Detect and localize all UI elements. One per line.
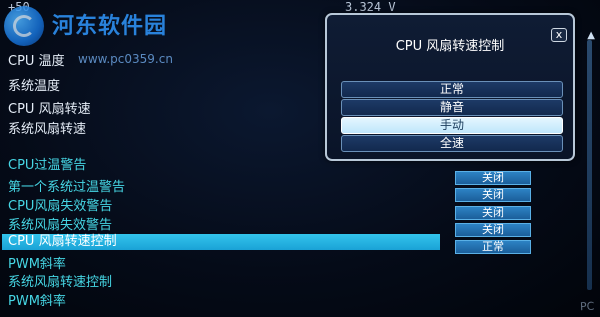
bios-screen: +50 3.324 V 河东软件园 www.pc0359.cn CPU 温度 系…	[0, 0, 600, 317]
watermark-bottom: PC	[579, 299, 595, 314]
popup-option-silent[interactable]: 静音	[341, 99, 563, 116]
value-sys-fan-fail-warning[interactable]: 关闭	[455, 206, 531, 220]
watermark-logo-icon	[4, 6, 44, 46]
popup-option-manual[interactable]: 手动	[341, 117, 563, 134]
value-extra[interactable]: 关闭	[455, 223, 531, 237]
value-cpu-fan-control[interactable]: 正常	[455, 240, 531, 254]
menu-item-cpu-fan-control-selected[interactable]: CPU 风扇转速控制	[2, 234, 440, 250]
menu-item-pwm-slope-2[interactable]: PWM斜率	[8, 290, 66, 309]
popup-option-normal[interactable]: 正常	[341, 81, 563, 98]
popup-option-full-speed[interactable]: 全速	[341, 135, 563, 152]
watermark-url: www.pc0359.cn	[78, 52, 173, 66]
menu-item-cpu-fan-speed[interactable]: CPU 风扇转速	[8, 98, 91, 117]
value-sys-overheat-warning[interactable]: 关闭	[455, 171, 531, 185]
scrollbar[interactable]	[587, 40, 592, 290]
value-cpu-fan-fail-warning[interactable]: 关闭	[455, 188, 531, 202]
menu-item-cpu-temp[interactable]: CPU 温度	[8, 50, 65, 69]
menu-item-sys-overheat-warning[interactable]: 第一个系统过温警告	[8, 176, 125, 195]
menu-item-sys-fan-speed[interactable]: 系统风扇转速	[8, 118, 86, 137]
menu-item-sys-fan-control[interactable]: 系统风扇转速控制	[8, 271, 112, 290]
popup-title: CPU 风扇转速控制	[395, 39, 505, 54]
menu-item-system-temp[interactable]: 系统温度	[8, 75, 60, 94]
menu-item-pwm-slope-1[interactable]: PWM斜率	[8, 253, 66, 272]
menu-item-cpu-fan-fail-warning[interactable]: CPU风扇失效警告	[8, 195, 112, 214]
watermark-title: 河东软件园	[52, 14, 168, 39]
fan-control-popup: x CPU 风扇转速控制 正常 静音 手动 全速	[325, 13, 575, 161]
top-value-voltage: 3.324 V	[345, 0, 396, 14]
menu-item-cpu-overheat-warning[interactable]: CPU过温警告	[8, 154, 86, 173]
menu-item-sys-fan-fail-warning[interactable]: 系统风扇失效警告	[8, 214, 112, 233]
